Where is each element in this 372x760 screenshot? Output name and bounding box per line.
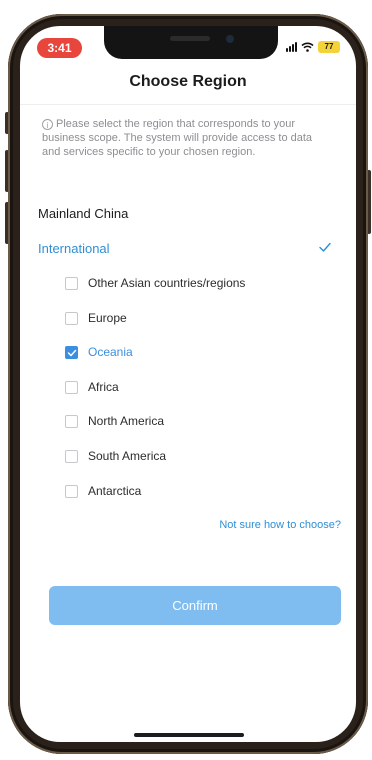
subregion-label: South America	[88, 449, 167, 463]
region-notice: i Please select the region that correspon…	[42, 117, 332, 159]
checkbox[interactable]	[65, 380, 78, 394]
checkmark-icon	[67, 349, 77, 356]
checkbox[interactable]	[65, 311, 78, 325]
subregion-label: Europe	[88, 311, 127, 325]
subregion-option-europe[interactable]: Europe	[20, 301, 356, 335]
status-indicators: 77	[286, 40, 340, 54]
subregion-label: Antarctica	[88, 484, 142, 498]
subregion-option-antarctica[interactable]: Antarctica	[20, 474, 356, 508]
checkbox[interactable]	[65, 414, 78, 428]
cellular-signal-icon	[286, 42, 297, 52]
screenshot-stage: 3:41 77 Choose Region i Please select the…	[0, 0, 372, 760]
checkbox[interactable]	[65, 449, 78, 463]
region-label: International	[38, 240, 110, 256]
front-camera	[226, 35, 234, 43]
region-option-international[interactable]: International	[20, 231, 356, 265]
subregion-label: Africa	[88, 380, 119, 394]
subregion-option-oceania[interactable]: Oceania	[20, 335, 356, 369]
speaker-grille	[170, 36, 210, 41]
region-label: Mainland China	[38, 205, 129, 221]
notch	[104, 26, 278, 59]
notice-text: Please select the region that correspond…	[42, 118, 313, 158]
subregion-option-north-america[interactable]: North America	[20, 404, 356, 438]
subregion-option-south-america[interactable]: South America	[20, 439, 356, 473]
region-option-mainland-china[interactable]: Mainland China	[20, 196, 356, 230]
subregion-label: Other Asian countries/regions	[88, 276, 246, 290]
subregion-option-africa[interactable]: Africa	[20, 370, 356, 404]
checkbox[interactable]	[65, 276, 78, 290]
subregion-label: North America	[88, 414, 165, 428]
page-title: Choose Region	[129, 73, 247, 90]
help-link[interactable]: Not sure how to choose?	[219, 519, 341, 531]
status-time: 3:41	[37, 38, 82, 58]
subregion-label: Oceania	[88, 345, 133, 359]
checkbox[interactable]	[65, 484, 78, 498]
wifi-icon	[301, 42, 314, 52]
checkmark-icon	[319, 242, 331, 252]
subregion-option-other-asian[interactable]: Other Asian countries/regions	[20, 266, 356, 300]
header-divider	[20, 104, 356, 105]
confirm-button[interactable]: Confirm	[49, 586, 341, 625]
home-indicator	[134, 733, 244, 737]
phone-screen: 3:41 77 Choose Region i Please select the…	[20, 26, 356, 742]
battery-icon: 77	[318, 41, 340, 53]
info-icon: i	[42, 119, 53, 130]
checkbox-checked[interactable]	[65, 345, 78, 359]
